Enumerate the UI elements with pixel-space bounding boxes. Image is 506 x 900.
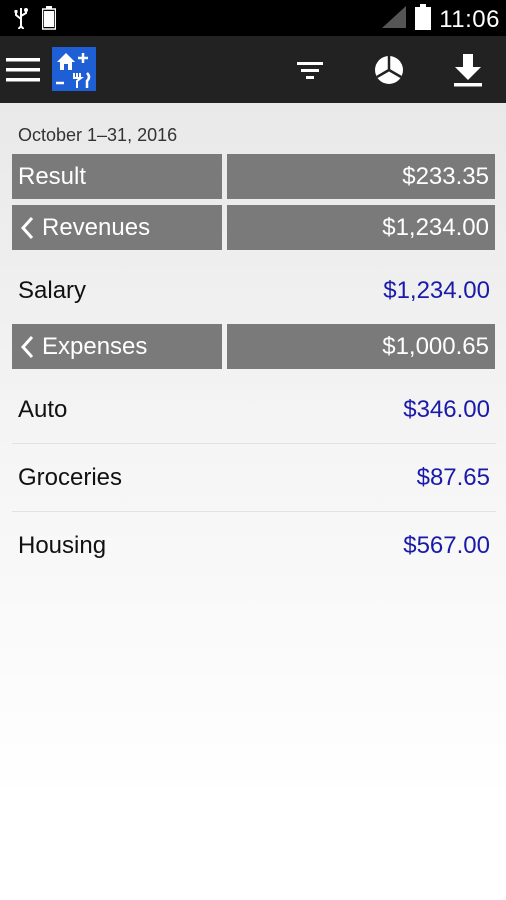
result-header: Result <box>12 154 222 199</box>
item-name: Groceries <box>18 464 123 491</box>
expenses-value-box[interactable]: $1,000.65 <box>227 324 495 369</box>
result-value: $233.35 <box>402 162 489 190</box>
expenses-label: Expenses <box>42 332 148 360</box>
action-bar <box>0 36 506 103</box>
expenses-value: $1,000.65 <box>382 332 489 360</box>
status-icons-left <box>14 6 57 35</box>
battery-icon <box>415 4 432 35</box>
item-amount: $346.00 <box>403 396 490 423</box>
pie-chart-icon[interactable] <box>369 50 409 90</box>
item-name: Auto <box>18 396 68 423</box>
app-logo-icon[interactable] <box>52 47 96 91</box>
status-bar: 11:06 <box>0 0 506 36</box>
result-label: Result <box>18 162 87 190</box>
period-label: October 1–31, 2016 <box>18 125 178 145</box>
list-item-housing[interactable]: Housing $567.00 <box>0 512 506 580</box>
revenues-label: Revenues <box>42 213 151 241</box>
chevron-left-icon <box>20 335 34 359</box>
report-content: October 1–31, 2016 Result $233.35 Revenu… <box>0 103 506 900</box>
item-amount: $567.00 <box>403 532 490 559</box>
list-item-groceries[interactable]: Groceries $87.65 <box>0 444 506 512</box>
list-item-auto[interactable]: Auto $346.00 <box>0 376 506 444</box>
signal-icon <box>381 5 407 34</box>
status-icons-right: 11:06 <box>381 4 500 35</box>
expenses-header[interactable]: Expenses <box>12 324 222 369</box>
result-value-box: $233.35 <box>227 154 495 199</box>
clock: 11:06 <box>439 5 500 33</box>
download-icon[interactable] <box>448 50 488 90</box>
revenues-header[interactable]: Revenues <box>12 205 222 250</box>
filter-icon[interactable] <box>290 50 330 90</box>
revenues-value-box[interactable]: $1,234.00 <box>227 205 495 250</box>
usb-icon <box>14 7 28 34</box>
revenues-value: $1,234.00 <box>382 213 489 241</box>
item-amount: $1,234.00 <box>383 277 490 304</box>
item-amount: $87.65 <box>416 464 490 491</box>
chevron-left-icon <box>20 216 34 240</box>
item-name: Housing <box>18 532 107 559</box>
battery-small-icon <box>41 6 57 35</box>
item-name: Salary <box>18 277 87 304</box>
menu-icon[interactable] <box>6 56 42 84</box>
list-item-salary[interactable]: Salary $1,234.00 <box>0 257 506 325</box>
